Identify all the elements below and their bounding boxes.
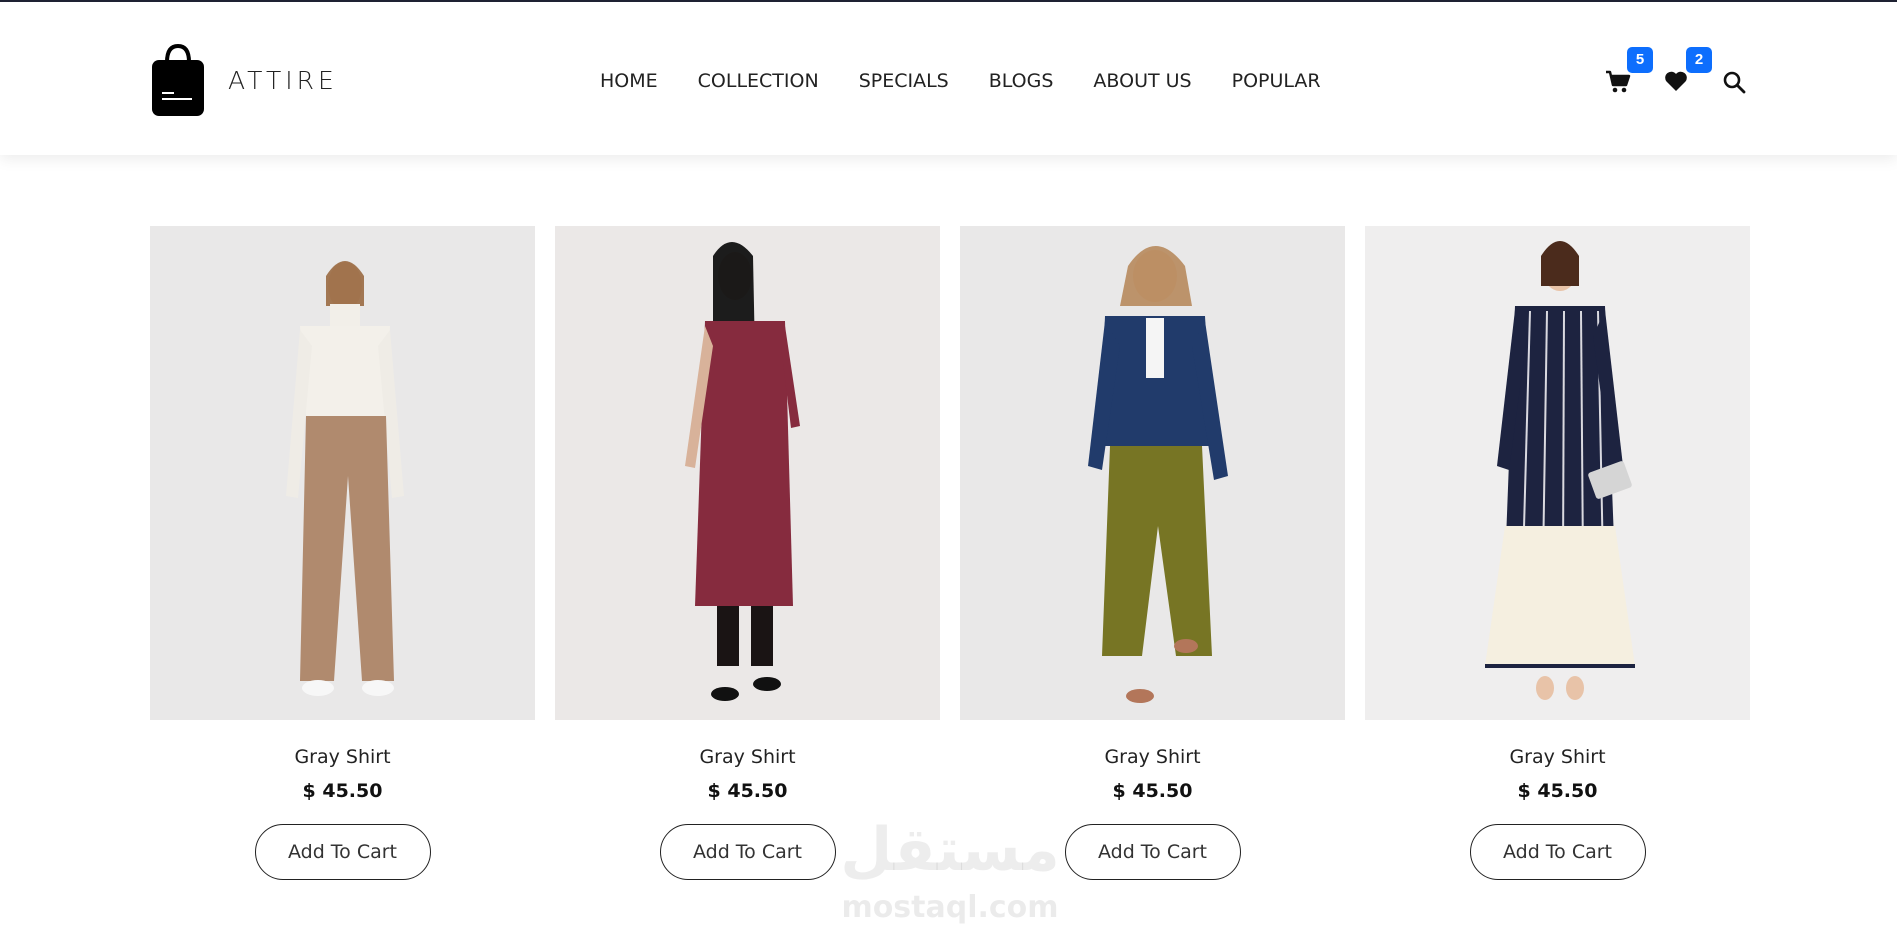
cart-button[interactable]: 5 bbox=[1605, 47, 1653, 100]
main-nav: HOME COLLECTION SPECIALS BLOGS ABOUT US … bbox=[600, 56, 1361, 106]
brand-name: ATTIRE bbox=[228, 65, 338, 95]
add-to-cart-button[interactable]: Add To Cart bbox=[1469, 824, 1646, 880]
site-header: ATTIRE HOME COLLECTION SPECIALS BLOGS AB… bbox=[0, 2, 1897, 155]
nav-collection[interactable]: COLLECTION bbox=[698, 56, 819, 106]
product-price: $ 45.50 bbox=[1112, 780, 1193, 802]
brand-logo[interactable]: ATTIRE bbox=[150, 40, 340, 120]
product-card: Gray Shirt $ 45.50 Add To Cart bbox=[960, 226, 1345, 896]
product-image[interactable] bbox=[150, 226, 535, 720]
product-image[interactable] bbox=[555, 226, 940, 720]
product-price: $ 45.50 bbox=[1517, 780, 1598, 802]
cart-count-badge: 5 bbox=[1627, 47, 1653, 73]
wishlist-button[interactable]: 2 bbox=[1664, 47, 1712, 100]
header-icons: 5 2 bbox=[1590, 47, 1752, 110]
add-to-cart-button[interactable]: Add To Cart bbox=[659, 824, 836, 880]
product-card: Gray Shirt $ 45.50 Add To Cart bbox=[150, 226, 535, 896]
add-to-cart-button[interactable]: Add To Cart bbox=[254, 824, 431, 880]
wishlist-count-badge: 2 bbox=[1686, 47, 1712, 73]
heart-icon bbox=[1665, 71, 1687, 91]
product-price: $ 45.50 bbox=[302, 780, 383, 802]
search-icon bbox=[1723, 71, 1746, 94]
nav-about-us[interactable]: ABOUT US bbox=[1093, 56, 1191, 106]
product-image[interactable] bbox=[960, 226, 1345, 720]
product-name: Gray Shirt bbox=[699, 746, 796, 768]
nav-home[interactable]: HOME bbox=[600, 56, 658, 106]
shopping-bag-icon bbox=[152, 43, 204, 116]
add-to-cart-button[interactable]: Add To Cart bbox=[1064, 824, 1241, 880]
product-image[interactable] bbox=[1365, 226, 1750, 720]
nav-blogs[interactable]: BLOGS bbox=[989, 56, 1054, 106]
product-name: Gray Shirt bbox=[1104, 746, 1201, 768]
product-card: Gray Shirt $ 45.50 Add To Cart bbox=[1365, 226, 1750, 896]
product-name: Gray Shirt bbox=[294, 746, 391, 768]
cart-icon bbox=[1606, 70, 1631, 93]
search-button[interactable] bbox=[1722, 70, 1752, 100]
product-name: Gray Shirt bbox=[1509, 746, 1606, 768]
nav-specials[interactable]: SPECIALS bbox=[859, 56, 949, 106]
product-card: Gray Shirt $ 45.50 Add To Cart bbox=[555, 226, 940, 896]
nav-popular[interactable]: POPULAR bbox=[1232, 56, 1321, 106]
product-price: $ 45.50 bbox=[707, 780, 788, 802]
